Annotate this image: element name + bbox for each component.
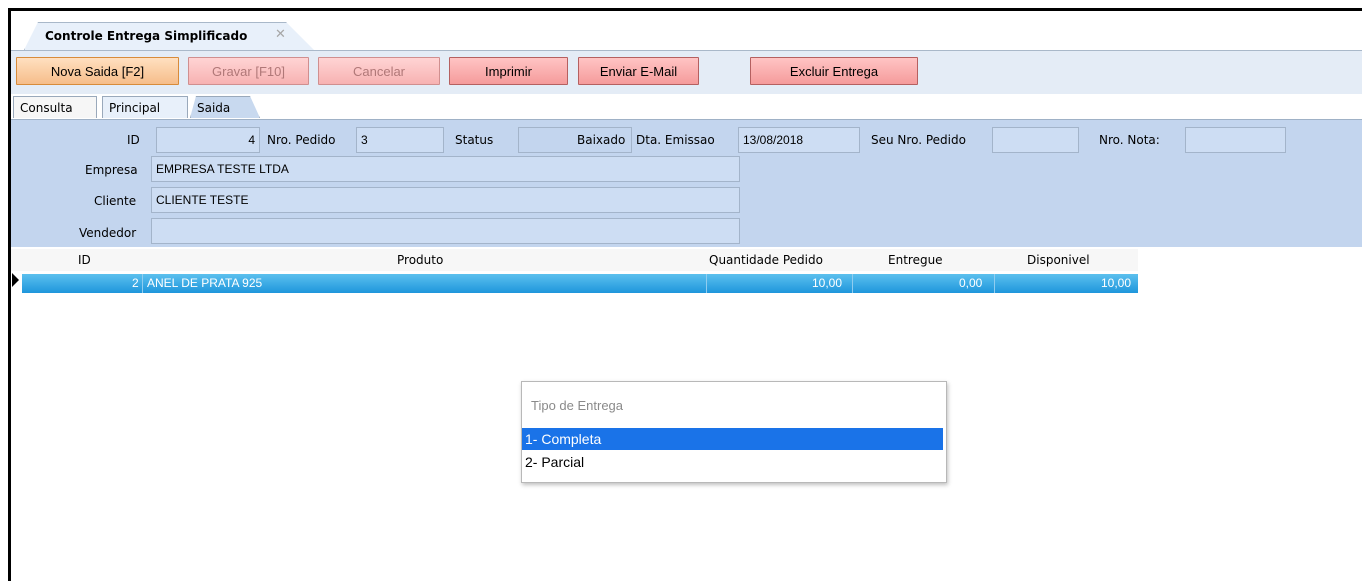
cell-entregue: 0,00	[959, 276, 983, 290]
row-indicator-icon	[12, 273, 19, 287]
grid-header	[11, 249, 1138, 271]
cell-disponivel: 10,00	[1101, 276, 1132, 290]
column-header-id[interactable]: ID	[78, 253, 91, 267]
document-tab-title: Controle Entrega Simplificado	[45, 29, 248, 43]
excluir-entrega-button[interactable]: Excluir Entrega	[750, 57, 918, 85]
vendedor-label: Vendedor	[79, 226, 137, 240]
cell-divider	[142, 274, 143, 293]
cell-divider	[706, 274, 707, 293]
nro-pedido-field[interactable]: 3	[356, 127, 444, 153]
option-completa[interactable]: 1- Completa	[522, 428, 943, 450]
nova-saida-button[interactable]: Nova Saida [F2]	[16, 57, 179, 85]
id-label: ID	[127, 133, 140, 147]
imprimir-button[interactable]: Imprimir	[449, 57, 568, 85]
cliente-field[interactable]: CLIENTE TESTE	[151, 187, 740, 213]
cell-quantidade: 10,00	[812, 276, 843, 290]
popup-title: Tipo de Entrega	[531, 398, 624, 413]
close-icon[interactable]: ✕	[275, 27, 286, 42]
nro-pedido-label: Nro. Pedido	[267, 133, 336, 147]
enviar-email-button[interactable]: Enviar E-Mail	[578, 57, 699, 85]
dta-emissao-field[interactable]: 13/08/2018	[738, 127, 860, 153]
column-header-quantidade[interactable]: Quantidade Pedido	[709, 253, 823, 267]
dta-emissao-label: Dta. Emissao	[636, 133, 715, 147]
cancelar-button[interactable]: Cancelar	[318, 57, 440, 85]
tab-consulta[interactable]: Consulta	[13, 96, 97, 118]
column-header-disponivel[interactable]: Disponivel	[1027, 253, 1090, 267]
empresa-label: Empresa	[85, 163, 138, 177]
status-value: Baixado	[577, 133, 626, 147]
column-header-produto[interactable]: Produto	[397, 253, 443, 267]
tab-principal[interactable]: Principal	[102, 96, 188, 118]
vendedor-field[interactable]	[151, 218, 740, 244]
seu-nro-pedido-label: Seu Nro. Pedido	[871, 133, 966, 147]
empresa-field[interactable]: EMPRESA TESTE LTDA	[151, 156, 740, 182]
cell-divider	[852, 274, 853, 293]
cell-produto: ANEL DE PRATA 925	[147, 276, 263, 290]
option-parcial[interactable]: 2- Parcial	[522, 451, 943, 473]
seu-nro-pedido-field[interactable]	[992, 127, 1079, 153]
column-header-entregue[interactable]: Entregue	[888, 253, 943, 267]
tab-saida[interactable]: Saida	[190, 96, 260, 118]
nro-nota-label: Nro. Nota:	[1099, 133, 1160, 147]
cell-divider	[994, 274, 995, 293]
cliente-label: Cliente	[94, 194, 137, 208]
nro-nota-field[interactable]	[1185, 127, 1286, 153]
cell-id: 2	[132, 276, 139, 290]
window-frame-top	[8, 8, 1362, 11]
id-field[interactable]: 4	[156, 127, 260, 153]
gravar-button[interactable]: Gravar [F10]	[188, 57, 309, 85]
status-label: Status	[455, 133, 494, 147]
